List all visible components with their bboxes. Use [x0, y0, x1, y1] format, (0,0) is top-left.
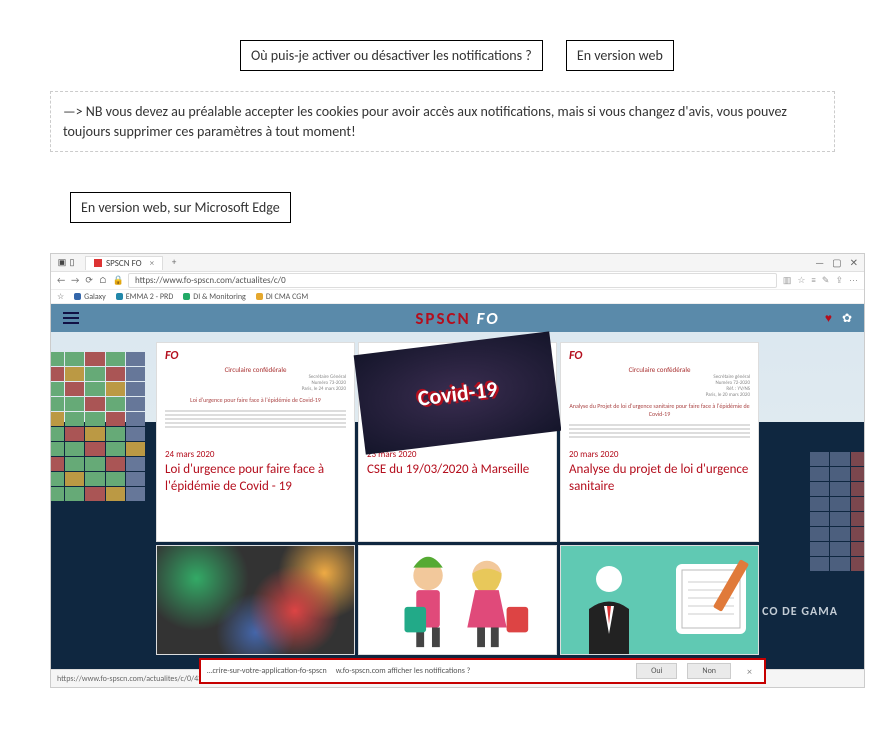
addr-note-icon[interactable]: ✎: [822, 275, 830, 286]
bookmark-galaxy[interactable]: Galaxy: [74, 292, 106, 302]
lock-icon: 🔒: [113, 275, 124, 286]
doc-web-version-box: En version web: [566, 40, 674, 71]
nav-reload-icon[interactable]: ⟳: [85, 275, 93, 286]
doc-edge-text: En version web, sur Microsoft Edge: [81, 199, 280, 216]
article-card[interactable]: Covid-19 23 mars 2020 CSE du 19/03/2020 …: [358, 342, 557, 542]
notification-prompt: …crire-sur-votre-application-fo-spscn w.…: [199, 658, 766, 684]
site-header: SPSCN FO ♥ ✿: [51, 304, 864, 332]
marbles-image: [157, 546, 354, 654]
kids-image: [359, 546, 556, 654]
bookmark-emma[interactable]: EMMA 2 - PRD: [116, 292, 174, 302]
article-date: 20 mars 2020: [569, 449, 750, 460]
doc-nb-text: —> NB vous devez au préalable accepter l…: [63, 103, 787, 140]
notification-close-button[interactable]: ×: [741, 665, 758, 678]
article-date: 24 mars 2020: [165, 449, 346, 460]
address-bar[interactable]: https://www.fo-spscn.com/actualites/c/0: [128, 273, 777, 288]
site-brand: SPSCN FO: [415, 308, 499, 329]
tab-add-button[interactable]: +: [167, 256, 181, 270]
nav-forward-icon[interactable]: →: [71, 275, 79, 286]
doc-question-text: Où puis-je activer ou désactiver les not…: [251, 47, 532, 64]
browser-window: ▣ ▯ SPSCN FO × + — ▢ ✕ ← → ⟳ ⌂ 🔒 https:/…: [50, 253, 865, 688]
bookmarks-bar: ☆ Galaxy EMMA 2 - PRD DI & Monitoring DI…: [51, 290, 864, 304]
notification-context: …crire-sur-votre-application-fo-spscn: [207, 666, 327, 676]
doc-subheader: Secrétaire général Numéro 72-2020 Réf. :…: [569, 374, 750, 398]
bookmarks-star-icon[interactable]: ☆: [57, 292, 64, 302]
article-grid: FO Circulaire confédérale Secrétaire Gén…: [156, 342, 759, 669]
fo-logo-icon: FO: [165, 349, 178, 363]
doc-header: Circulaire confédérale: [165, 365, 346, 374]
article-card[interactable]: [358, 545, 557, 655]
article-card[interactable]: [156, 545, 355, 655]
doc-line: Loi d'urgence pour faire face à l'épidém…: [165, 396, 346, 404]
tab-favicon-icon: [94, 259, 102, 267]
addr-share-icon[interactable]: ⇪: [835, 275, 843, 286]
window-min-button[interactable]: —: [815, 256, 824, 269]
window-max-button[interactable]: ▢: [832, 256, 841, 269]
nav-back-icon[interactable]: ←: [57, 275, 65, 286]
notification-yes-button[interactable]: Oui: [636, 663, 677, 679]
article-card[interactable]: [560, 545, 759, 655]
browser-tab[interactable]: SPSCN FO ×: [85, 256, 163, 270]
doc-header: Circulaire confédérale: [569, 365, 750, 374]
menu-icon[interactable]: [63, 312, 79, 324]
edge-logo-icon: ▣: [57, 258, 67, 268]
gear-icon[interactable]: ✿: [842, 311, 852, 326]
browser-title-bar: ▣ ▯ SPSCN FO × + — ▢ ✕: [51, 254, 864, 272]
article-title: Loi d'urgence pour faire face à l'épidém…: [165, 462, 346, 496]
tab-close-icon[interactable]: ×: [150, 258, 154, 269]
doc-edge-box: En version web, sur Microsoft Edge: [70, 192, 291, 223]
addr-star-icon[interactable]: ☆: [797, 275, 805, 286]
article-title: Analyse du projet de loi d'urgence sanit…: [569, 462, 750, 496]
address-bar-row: ← → ⟳ ⌂ 🔒 https://www.fo-spscn.com/actua…: [51, 272, 864, 290]
site-viewport: CO DE GAMA SPSCN FO ♥ ✿ FO Circulaire co…: [51, 304, 864, 669]
tab-label: SPSCN FO: [106, 258, 142, 269]
bookmark-di-cma[interactable]: DI CMA CGM: [256, 292, 308, 302]
article-title: CSE du 19/03/2020 à Marseille: [367, 462, 548, 479]
addr-more-icon[interactable]: ⋯: [849, 275, 858, 286]
article-card[interactable]: FO Circulaire confédérale Secrétaire Gén…: [156, 342, 355, 542]
article-card[interactable]: FO Circulaire confédérale Secrétaire gén…: [560, 342, 759, 542]
suit-image: [561, 546, 758, 654]
doc-line: Analyse du Projet de loi d'urgence sanit…: [569, 402, 750, 418]
window-close-button[interactable]: ✕: [850, 256, 858, 269]
ship-hull-text: CO DE GAMA: [762, 605, 838, 619]
doc-subheader: Secrétaire Général Numéro 73-2020 Paris,…: [165, 374, 346, 392]
covid-image: Covid-19: [354, 332, 562, 455]
addr-hub-icon[interactable]: ≡: [811, 275, 815, 286]
bookmark-di-mon[interactable]: DI & Monitoring: [183, 292, 246, 302]
doc-question-box: Où puis-je activer ou désactiver les not…: [240, 40, 543, 71]
notification-no-button[interactable]: Non: [687, 663, 731, 679]
notification-text: w.fo-spscn.com afficher les notification…: [336, 666, 471, 676]
heart-icon[interactable]: ♥: [825, 311, 832, 326]
doc-nb-box: —> NB vous devez au préalable accepter l…: [50, 91, 835, 152]
nav-home-icon[interactable]: ⌂: [99, 275, 107, 286]
doc-web-version-text: En version web: [577, 47, 663, 64]
thin-tab-icon[interactable]: ▯: [67, 258, 77, 268]
addr-book-icon[interactable]: ▥: [783, 275, 792, 286]
fo-logo-icon: FO: [569, 349, 582, 363]
